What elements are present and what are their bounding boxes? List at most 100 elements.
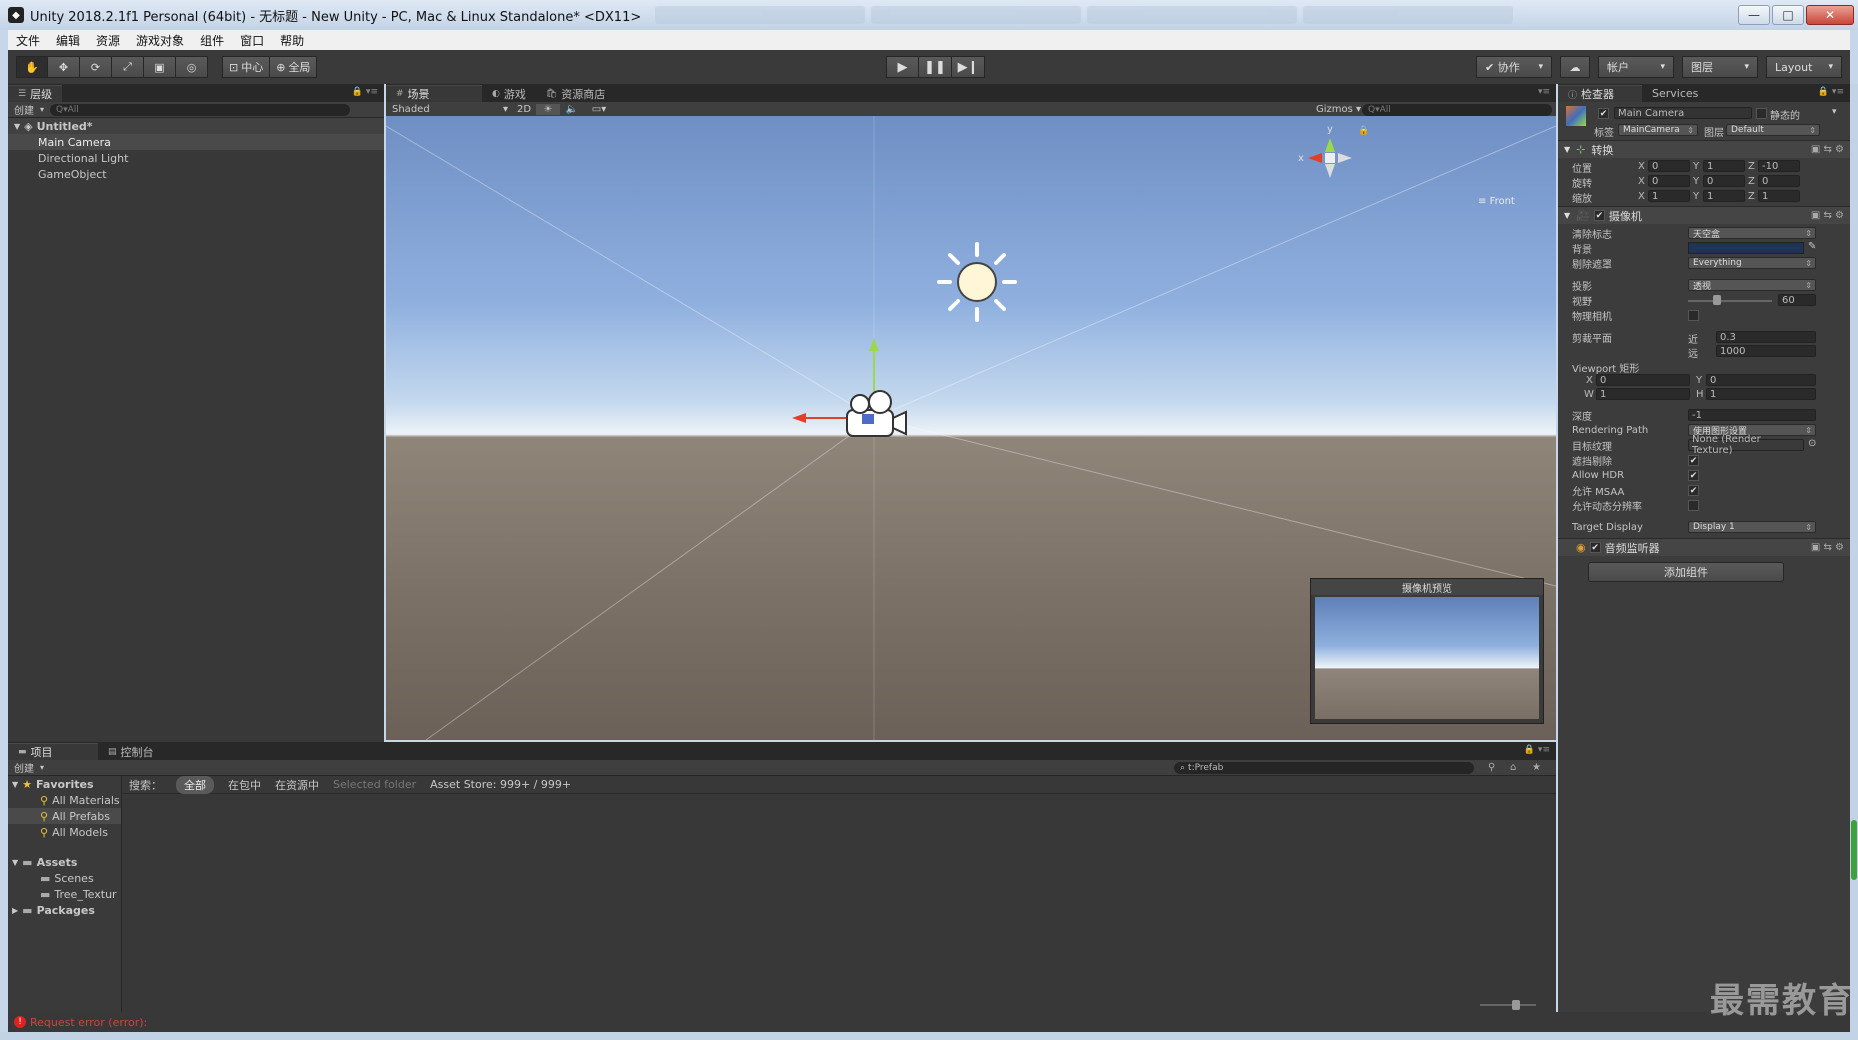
layout-dropdown[interactable]: Layout bbox=[1766, 56, 1842, 78]
scrollbar-thumb[interactable] bbox=[1851, 820, 1857, 880]
tab-project[interactable]: ▬ 项目 bbox=[8, 743, 98, 760]
far-field[interactable]: 1000 bbox=[1716, 345, 1816, 357]
allow-msaa-checkbox[interactable]: ✔ bbox=[1688, 485, 1699, 496]
target-texture-field[interactable]: None (Render Texture) bbox=[1688, 434, 1804, 456]
lock-icon[interactable]: 🔒 bbox=[1358, 126, 1369, 136]
layer-dropdown[interactable]: Default bbox=[1726, 124, 1820, 136]
component-menu-icons[interactable]: ▣ ⇆ ⚙ bbox=[1811, 144, 1844, 155]
projection-dropdown[interactable]: 透视 bbox=[1688, 279, 1816, 292]
camera-enabled-checkbox[interactable]: ✔ bbox=[1593, 210, 1605, 221]
physical-camera-checkbox[interactable] bbox=[1688, 310, 1699, 321]
asset-store-count[interactable]: Asset Store: 999+ / 999+ bbox=[430, 778, 571, 791]
background-color-swatch[interactable] bbox=[1688, 242, 1804, 254]
cloud-icon[interactable]: ☁ bbox=[1560, 56, 1590, 78]
pause-button[interactable]: ❚❚ bbox=[919, 56, 952, 78]
fov-slider-handle[interactable] bbox=[1713, 295, 1721, 305]
expand-arrow-icon[interactable]: ▼ bbox=[14, 122, 20, 131]
maximize-button[interactable]: □ bbox=[1772, 5, 1804, 25]
pivot-center-button[interactable]: ⊡ 中心 bbox=[222, 56, 271, 78]
menu-file[interactable]: 文件 bbox=[8, 32, 48, 49]
viewport-h-field[interactable]: 1 bbox=[1706, 388, 1816, 400]
scale-tool-icon[interactable]: ⤢ bbox=[112, 56, 144, 78]
collab-dropdown[interactable]: ✔ 协作 bbox=[1476, 56, 1552, 78]
component-menu-icons[interactable]: ▣ ⇆ ⚙ bbox=[1811, 542, 1844, 553]
viewport-x-field[interactable]: 0 bbox=[1596, 374, 1690, 386]
menu-gameobject[interactable]: 游戏对象 bbox=[128, 32, 192, 49]
hierarchy-search-input[interactable]: Q▾All bbox=[50, 103, 351, 116]
asset-folder-item[interactable]: ▬ Tree_Textur bbox=[8, 886, 121, 902]
scene-root-row[interactable]: ▼ ◈ Untitled* bbox=[8, 118, 384, 134]
favorite-star-icon[interactable]: ★ bbox=[1532, 762, 1541, 773]
move-tool-icon[interactable]: ✥ bbox=[48, 56, 80, 78]
component-menu-icons[interactable]: ▣ ⇆ ⚙ bbox=[1811, 210, 1844, 221]
tab-hierarchy[interactable]: ☰ 层级 bbox=[8, 85, 63, 102]
create-dropdown[interactable]: 创建 bbox=[14, 760, 34, 775]
tab-game[interactable]: ◐ 游戏 bbox=[482, 85, 536, 102]
favorite-item[interactable]: ⚲ All Prefabs bbox=[8, 808, 121, 824]
pivot-global-button[interactable]: ⊕ 全局 bbox=[270, 56, 318, 78]
scale-x-field[interactable]: 1 bbox=[1648, 190, 1690, 202]
tab-scene[interactable]: # 场景 bbox=[386, 85, 482, 102]
step-button[interactable]: ▶❙ bbox=[952, 56, 985, 78]
filter-type-icon[interactable]: ⚲ bbox=[1488, 762, 1495, 773]
lighting-icon[interactable]: ☀ bbox=[536, 104, 560, 115]
minimize-button[interactable]: — bbox=[1738, 5, 1770, 25]
hierarchy-item[interactable]: GameObject bbox=[8, 166, 384, 182]
create-dropdown[interactable]: 创建 bbox=[14, 102, 34, 117]
transform-header[interactable]: ▼ ⊹ 转换 ▣ ⇆ ⚙ bbox=[1558, 140, 1850, 158]
fov-slider-track[interactable] bbox=[1688, 300, 1772, 302]
rotation-z-field[interactable]: 0 bbox=[1758, 175, 1800, 187]
rotation-x-field[interactable]: 0 bbox=[1648, 175, 1690, 187]
eyedropper-icon[interactable]: ✎ bbox=[1808, 241, 1816, 252]
rotate-tool-icon[interactable]: ⟳ bbox=[80, 56, 112, 78]
fov-value-field[interactable]: 60 bbox=[1778, 294, 1816, 306]
position-y-field[interactable]: 1 bbox=[1703, 160, 1745, 172]
scene-viewport[interactable]: y x ≡ Front 🔒 摄像机预览 bbox=[386, 116, 1556, 740]
hierarchy-item[interactable]: Directional Light bbox=[8, 150, 384, 166]
icon-size-slider[interactable] bbox=[1480, 1004, 1536, 1006]
viewport-w-field[interactable]: 1 bbox=[1596, 388, 1690, 400]
tab-inspector[interactable]: ⓘ 检查器 bbox=[1558, 85, 1642, 102]
culling-mask-dropdown[interactable]: Everything bbox=[1688, 257, 1816, 269]
filter-assets-button[interactable]: 在资源中 bbox=[275, 777, 319, 793]
status-bar[interactable]: ! Request error (error): bbox=[8, 1012, 1850, 1032]
object-name-field[interactable]: Main Camera bbox=[1614, 107, 1752, 119]
camera-header[interactable]: ▼ 🎥 ✔ 摄像机 ▣ ⇆ ⚙ bbox=[1558, 206, 1850, 224]
icon-size-slider-handle[interactable] bbox=[1512, 1000, 1520, 1010]
panel-lock-icon[interactable]: 🔒 ▾≡ bbox=[352, 87, 378, 97]
filter-all-button[interactable]: 全部 bbox=[176, 775, 214, 794]
rect-tool-icon[interactable]: ▣ bbox=[144, 56, 176, 78]
filter-selected-folder-button[interactable]: Selected folder bbox=[333, 778, 416, 791]
favorite-item[interactable]: ⚲ All Materials bbox=[8, 792, 121, 808]
menu-assets[interactable]: 资源 bbox=[88, 32, 128, 49]
menu-edit[interactable]: 编辑 bbox=[48, 32, 88, 49]
static-checkbox[interactable] bbox=[1756, 108, 1767, 119]
rotation-y-field[interactable]: 0 bbox=[1703, 175, 1745, 187]
project-search-input[interactable]: ⌕ t:Prefab bbox=[1174, 761, 1474, 774]
target-display-dropdown[interactable]: Display 1 bbox=[1688, 521, 1816, 533]
dynamic-resolution-checkbox[interactable] bbox=[1688, 500, 1699, 511]
panel-menu-icon[interactable]: ▾≡ bbox=[1538, 87, 1550, 97]
close-button[interactable]: ✕ bbox=[1806, 5, 1854, 25]
shading-mode-dropdown[interactable]: Shaded ▾ bbox=[392, 104, 512, 115]
depth-field[interactable]: -1 bbox=[1688, 409, 1816, 421]
view-orientation-label[interactable]: ≡ Front bbox=[1478, 196, 1515, 207]
combined-tool-icon[interactable]: ◎ bbox=[176, 56, 208, 78]
asset-folder-item[interactable]: ▬ Scenes bbox=[8, 870, 121, 886]
add-component-button[interactable]: 添加组件 bbox=[1588, 562, 1784, 582]
scale-y-field[interactable]: 1 bbox=[1703, 190, 1745, 202]
favorites-row[interactable]: ▼ ★ Favorites bbox=[8, 776, 121, 792]
panel-lock-icon[interactable]: 🔒 ▾≡ bbox=[1524, 745, 1550, 755]
filter-label-icon[interactable]: ⌂ bbox=[1510, 762, 1516, 773]
effects-icon[interactable]: ▭▾ bbox=[584, 104, 614, 115]
tag-dropdown[interactable]: MainCamera bbox=[1618, 124, 1698, 136]
play-button[interactable]: ▶ bbox=[886, 56, 919, 78]
allow-hdr-checkbox[interactable]: ✔ bbox=[1688, 470, 1699, 481]
hierarchy-item[interactable]: Main Camera bbox=[8, 134, 384, 150]
active-checkbox[interactable]: ✔ bbox=[1598, 108, 1609, 119]
panel-lock-icon[interactable]: 🔒 ▾≡ bbox=[1818, 87, 1844, 97]
occlusion-culling-checkbox[interactable]: ✔ bbox=[1688, 455, 1699, 466]
scale-z-field[interactable]: 1 bbox=[1758, 190, 1800, 202]
scene-search-input[interactable]: Q▾All bbox=[1362, 103, 1552, 116]
layers-dropdown[interactable]: 图层 bbox=[1682, 56, 1758, 78]
